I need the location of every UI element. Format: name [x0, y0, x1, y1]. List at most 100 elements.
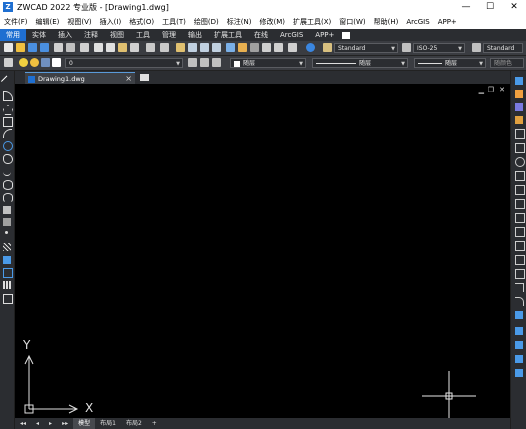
tab-layout1[interactable]: 布局1 — [95, 418, 121, 429]
layer-on-icon[interactable] — [19, 58, 28, 67]
color-select[interactable]: 随层 ▼ — [230, 58, 306, 68]
line-icon[interactable] — [0, 75, 14, 88]
last-tab-nav-button[interactable]: ▸▸ — [57, 418, 73, 429]
layer-freeze-icon[interactable] — [30, 58, 39, 67]
make-block-icon[interactable] — [3, 218, 11, 226]
tab-extensions[interactable]: 扩展工具 — [208, 29, 248, 41]
menu-window[interactable]: 窗口(W) — [335, 15, 369, 29]
menu-arcgis[interactable]: ArcGIS — [402, 15, 433, 29]
mirror-icon[interactable] — [515, 103, 523, 111]
arc-icon[interactable] — [3, 129, 12, 138]
region-icon[interactable] — [3, 268, 13, 278]
draw-order-back-icon[interactable] — [515, 341, 523, 349]
layer-lock-icon[interactable] — [41, 58, 50, 67]
chamfer-icon[interactable] — [515, 283, 524, 292]
offset-icon[interactable] — [515, 116, 523, 124]
menu-draw[interactable]: 绘图(D) — [190, 15, 223, 29]
dim-style-select[interactable]: ISO-25 ▼ — [413, 43, 465, 53]
menu-tools[interactable]: 工具(T) — [158, 15, 190, 29]
tab-solid[interactable]: 实体 — [26, 29, 52, 41]
next-tab-nav-button[interactable]: ▸ — [44, 418, 57, 429]
stretch-icon[interactable] — [515, 185, 525, 195]
tab-model[interactable]: 模型 — [73, 418, 96, 429]
menu-extensions[interactable]: 扩展工具(X) — [289, 15, 335, 29]
match-properties-icon[interactable] — [130, 43, 139, 52]
break-icon[interactable] — [515, 255, 525, 265]
ellipse-icon[interactable] — [3, 180, 13, 190]
draw-order-below-icon[interactable] — [515, 369, 523, 377]
make-current-layer-icon[interactable] — [188, 58, 197, 67]
help-icon[interactable] — [306, 43, 315, 52]
copy-object-icon[interactable] — [515, 90, 523, 98]
menu-edit[interactable]: 编辑(E) — [32, 15, 64, 29]
erase-icon[interactable] — [515, 77, 523, 85]
menu-insert[interactable]: 插入(I) — [96, 15, 126, 29]
menu-dimension[interactable]: 标注(N) — [223, 15, 256, 29]
cut-icon[interactable] — [94, 43, 103, 52]
menu-view[interactable]: 视图(V) — [63, 15, 95, 29]
zoom-window-icon[interactable] — [200, 43, 209, 52]
tab-tools[interactable]: 工具 — [130, 29, 156, 41]
drawing-canvas[interactable]: ▁ ❐ ✕ Y X — [15, 84, 510, 418]
circle-icon[interactable] — [3, 141, 13, 151]
save-as-icon[interactable] — [40, 43, 49, 52]
zoom-realtime-icon[interactable] — [188, 43, 197, 52]
open-file-icon[interactable] — [16, 43, 25, 52]
tool-palettes-icon[interactable] — [250, 43, 259, 52]
redo-icon[interactable] — [160, 43, 169, 52]
polygon-icon[interactable] — [3, 105, 13, 115]
menu-app-plus[interactable]: APP+ — [434, 15, 461, 29]
minimize-button[interactable]: — — [454, 0, 478, 15]
draw-order-above-icon[interactable] — [515, 355, 523, 363]
tab-manage[interactable]: 管理 — [156, 29, 182, 41]
layer-isolate-icon[interactable] — [212, 58, 221, 67]
tab-home[interactable]: 常用 — [0, 29, 26, 41]
gradient-icon[interactable] — [3, 256, 11, 264]
ribbon-toggle-icon[interactable] — [342, 31, 351, 39]
menu-help[interactable]: 帮助(H) — [370, 15, 403, 29]
undo-icon[interactable] — [146, 43, 155, 52]
new-file-icon[interactable] — [4, 43, 13, 52]
close-button[interactable]: ✕ — [502, 0, 526, 15]
table-icon[interactable] — [3, 281, 11, 289]
tab-view[interactable]: 视图 — [104, 29, 130, 41]
layer-select[interactable]: 0 ▼ — [65, 58, 183, 68]
markup-icon[interactable] — [274, 43, 283, 52]
tab-annotate[interactable]: 注释 — [78, 29, 104, 41]
calculator-icon[interactable] — [262, 43, 271, 52]
first-tab-nav-button[interactable]: ◂◂ — [15, 418, 31, 429]
tab-layout2[interactable]: 布局2 — [121, 418, 147, 429]
point-icon[interactable] — [5, 231, 8, 234]
revision-cloud-icon[interactable] — [3, 154, 13, 164]
layer-color-icon[interactable] — [52, 58, 61, 67]
extend-icon[interactable] — [515, 227, 525, 237]
break-at-point-icon[interactable] — [515, 241, 525, 251]
print-icon[interactable] — [54, 43, 63, 52]
new-document-tab-icon[interactable] — [140, 74, 149, 81]
draw-order-front-icon[interactable] — [515, 327, 523, 335]
arc-polyline-icon[interactable] — [3, 91, 13, 101]
tab-online[interactable]: 在线 — [248, 29, 274, 41]
pan-icon[interactable] — [176, 43, 185, 52]
publish-icon[interactable] — [80, 43, 89, 52]
scale-icon[interactable] — [515, 171, 525, 181]
array-icon[interactable] — [515, 129, 525, 139]
join-icon[interactable] — [515, 269, 525, 279]
copy-icon[interactable] — [106, 43, 115, 52]
properties-icon[interactable] — [226, 43, 235, 52]
text-style-select[interactable]: Standard ▼ — [334, 43, 398, 53]
fillet-icon[interactable] — [515, 297, 524, 306]
tab-output[interactable]: 输出 — [182, 29, 208, 41]
hatch-icon[interactable] — [3, 243, 11, 251]
multiline-text-icon[interactable] — [3, 294, 13, 304]
lineweight-select[interactable]: 随层 ▼ — [414, 58, 486, 68]
rotate-icon[interactable] — [515, 157, 525, 167]
explode-icon[interactable] — [515, 311, 523, 319]
move-icon[interactable] — [515, 143, 525, 153]
linetype-select[interactable]: 随层 ▼ — [312, 58, 408, 68]
ellipse-arc-icon[interactable] — [3, 193, 13, 203]
layer-previous-icon[interactable] — [200, 58, 209, 67]
menu-modify[interactable]: 修改(M) — [255, 15, 289, 29]
tab-arcgis[interactable]: ArcGIS — [274, 29, 309, 41]
tab-insert[interactable]: 插入 — [52, 29, 78, 41]
